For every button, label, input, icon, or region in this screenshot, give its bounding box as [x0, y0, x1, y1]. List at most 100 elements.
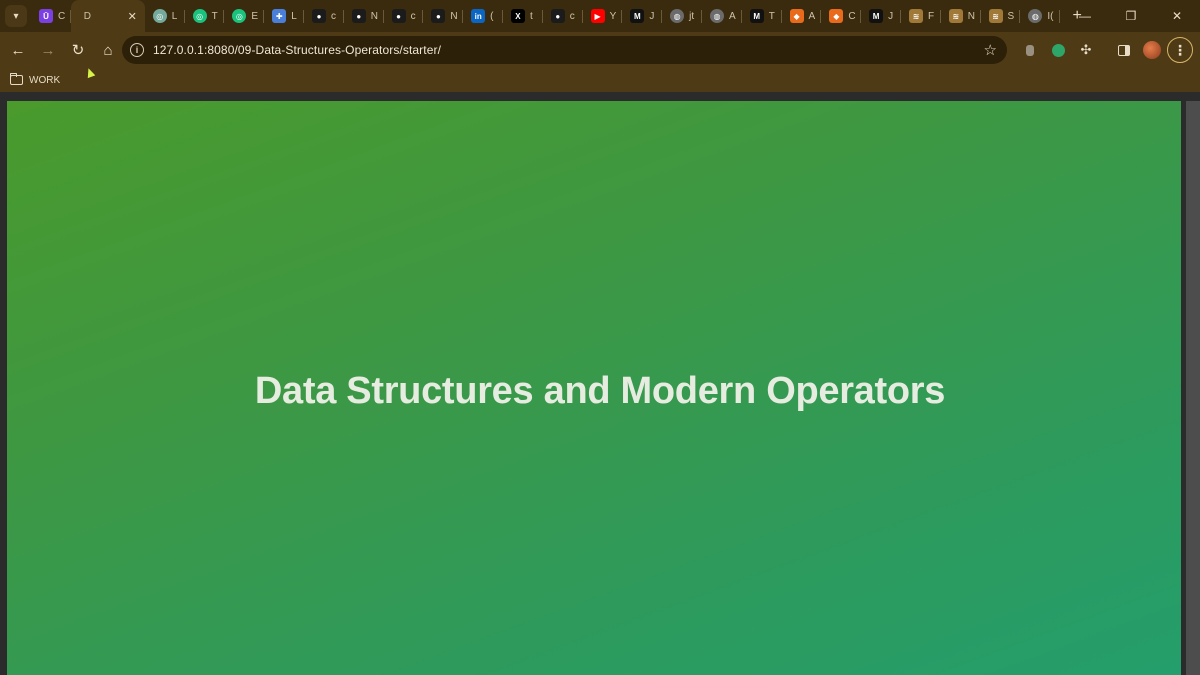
tab-title: J: [888, 10, 894, 22]
extensions-button[interactable]: ✣: [1072, 36, 1100, 64]
tab-list: ŪC D ✕ ◎ L ◎ T ◎ E ✚ L ● c ● N ● c ● Nin(Xt ● c ▶ Y M J ◍ jt ◍ A M…: [31, 0, 1060, 32]
tab[interactable]: MT: [742, 0, 782, 32]
box-icon: ◆: [789, 9, 804, 23]
tab-title: T: [768, 10, 775, 22]
tab-title: J: [649, 10, 655, 22]
github-icon: ●: [550, 9, 565, 23]
toolbar-actions: ✣ ⋮: [1016, 36, 1194, 64]
profile-button[interactable]: [1138, 36, 1166, 64]
github-icon: ●: [391, 9, 406, 23]
tab-title: L: [291, 10, 297, 22]
tab-title: A: [728, 10, 736, 22]
github-icon: ●: [351, 9, 366, 23]
url-text[interactable]: 127.0.0.1:8080/09-Data-Structures-Operat…: [153, 43, 441, 57]
tab-title: Y: [609, 10, 617, 22]
chatgpt-extension-icon: [1051, 43, 1065, 57]
tab-active[interactable]: D ✕: [70, 0, 145, 32]
tab[interactable]: ● c: [543, 0, 583, 32]
address-bar[interactable]: i 127.0.0.1:8080/09-Data-Structures-Oper…: [122, 36, 1007, 64]
chatgpt-icon: ◎: [192, 9, 207, 23]
tab-search-button[interactable]: ▾: [5, 5, 27, 27]
reload-icon: ↻: [71, 42, 85, 59]
chevron-down-icon: ▾: [13, 10, 19, 22]
tab[interactable]: ▶ Y: [583, 0, 623, 32]
tab[interactable]: in (: [463, 0, 503, 32]
tab-title: S: [1007, 10, 1015, 22]
folder-icon: [10, 73, 23, 85]
chatgpt-icon: ◎: [152, 9, 167, 23]
side-panel-button[interactable]: [1110, 36, 1138, 64]
tab[interactable]: ≋ N: [941, 0, 981, 32]
x-icon: X: [510, 9, 525, 23]
tab-title: T: [211, 10, 218, 22]
tab-title: I(: [1047, 10, 1054, 22]
tab[interactable]: ◍ A: [702, 0, 742, 32]
tab[interactable]: MJ: [861, 0, 901, 32]
bookmark-star-icon[interactable]: ☆: [984, 41, 997, 59]
page-title: Data Structures and Modern Operators: [254, 370, 946, 412]
menu-button[interactable]: ⋮: [1166, 36, 1194, 64]
tab-title: (: [490, 10, 494, 22]
home-icon: ⌂: [103, 41, 113, 59]
more-vert-icon: ⋮: [1167, 37, 1193, 63]
tab[interactable]: Xt: [503, 0, 543, 32]
tab[interactable]: ≋ S: [981, 0, 1021, 32]
tab-title: N: [967, 10, 975, 22]
tab[interactable]: ● N: [423, 0, 463, 32]
close-icon[interactable]: ✕: [128, 10, 137, 23]
tab-title: N: [370, 10, 379, 22]
stack-icon: ≋: [908, 9, 923, 23]
github-icon: ●: [311, 9, 326, 23]
minimize-button[interactable]: —: [1062, 0, 1108, 32]
puzzle-icon: ✣: [1080, 42, 1092, 57]
medium-icon: M: [630, 9, 645, 23]
youtube-icon: ▶: [590, 9, 605, 23]
tab-title: jt: [689, 10, 695, 22]
side-panel-icon: [1118, 44, 1130, 56]
forward-button[interactable]: →: [34, 36, 62, 64]
tab-title: L: [171, 10, 178, 22]
box-icon: ◆: [829, 9, 844, 23]
medium-icon: M: [749, 9, 764, 23]
extension-icon: [1026, 44, 1034, 56]
tab[interactable]: ◍ I(: [1020, 0, 1060, 32]
chatgpt-icon: ◎: [232, 9, 247, 23]
tab[interactable]: ◎ L: [145, 0, 185, 32]
tab-title: A: [808, 10, 816, 22]
maximize-button[interactable]: ❐: [1108, 0, 1154, 32]
tab[interactable]: ◎ E: [224, 0, 264, 32]
linkedin-icon: in: [471, 9, 486, 23]
tab[interactable]: ◍ jt: [662, 0, 702, 32]
tab-title: c: [569, 10, 575, 22]
tab-title: C: [58, 10, 66, 22]
tab[interactable]: ŪC: [31, 0, 71, 32]
avatar: [1143, 41, 1161, 59]
tab-title: C: [848, 10, 856, 22]
back-button[interactable]: ←: [4, 36, 32, 64]
tab[interactable]: ✚ L: [264, 0, 304, 32]
tab[interactable]: MJ: [622, 0, 662, 32]
tab[interactable]: ● N: [344, 0, 384, 32]
extension-button[interactable]: [1016, 36, 1044, 64]
extension-button[interactable]: [1044, 36, 1072, 64]
tab[interactable]: ◆ A: [782, 0, 822, 32]
tab[interactable]: ≋ F: [901, 0, 941, 32]
bookmark-folder-work[interactable]: WORK: [10, 73, 60, 86]
stack-icon: ≋: [948, 9, 963, 23]
tab[interactable]: ● c: [384, 0, 424, 32]
tab[interactable]: ◎ T: [185, 0, 225, 32]
globe-icon: ◍: [1028, 9, 1043, 23]
tab[interactable]: ● c: [304, 0, 344, 32]
tab-title: N: [450, 10, 458, 22]
diagram-icon: ✚: [272, 9, 287, 23]
tab-title: c: [330, 10, 336, 22]
tab[interactable]: ◆ C: [821, 0, 861, 32]
close-window-button[interactable]: ✕: [1154, 0, 1200, 32]
globe-icon: ◍: [670, 9, 685, 23]
site-info-icon[interactable]: i: [130, 43, 144, 57]
globe-icon: ◍: [709, 9, 724, 23]
home-button[interactable]: ⌂: [94, 36, 122, 64]
reload-button[interactable]: ↻: [64, 36, 92, 64]
bookmarks-bar: WORK: [0, 68, 1200, 92]
github-icon: ●: [431, 9, 446, 23]
